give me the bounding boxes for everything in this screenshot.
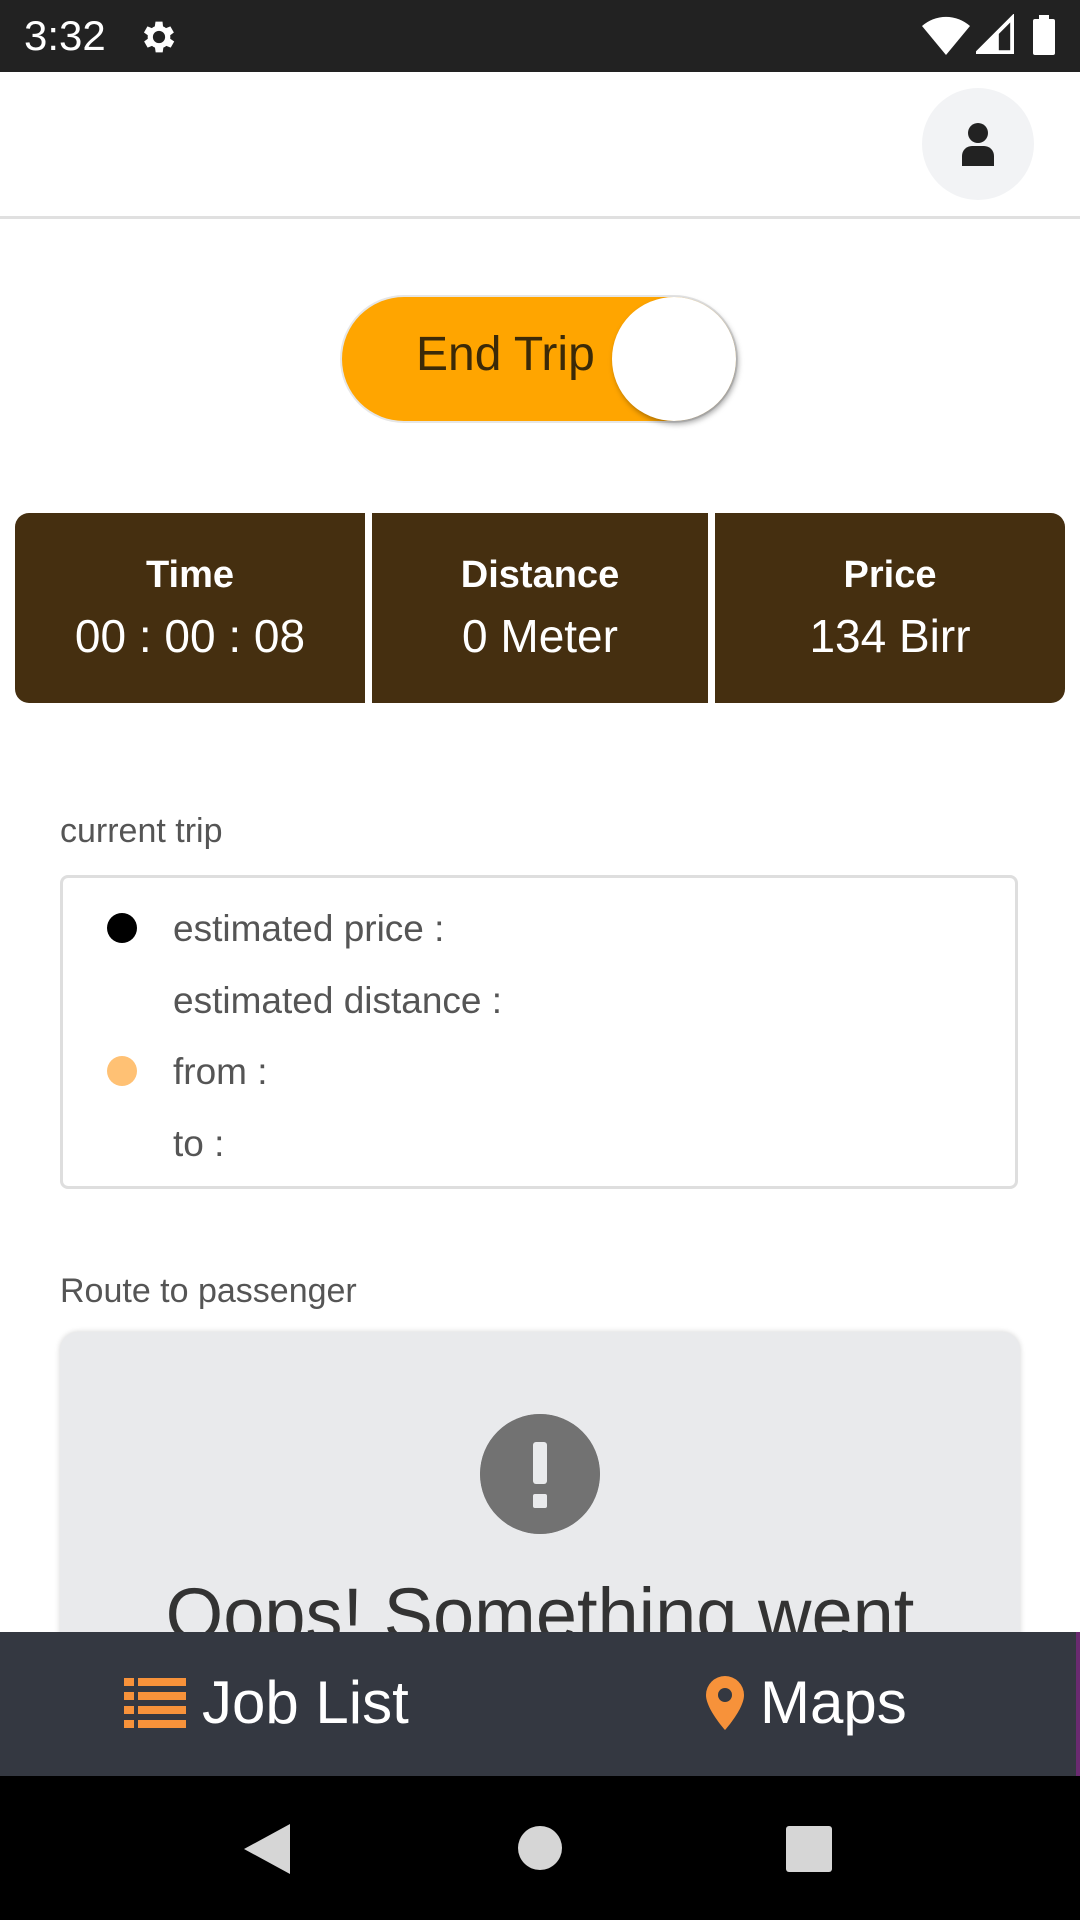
price-stat-value: 134 Birr [809,609,971,662]
price-stat-title: Price [843,553,937,596]
to-label: to : [173,1123,225,1164]
list-icon [124,1677,186,1728]
gear-icon [143,21,175,53]
estimated-price-label: estimated price : [173,908,445,949]
status-time: 3:32 [24,12,106,59]
recents-icon[interactable] [786,1826,832,1872]
nav-job-list[interactable]: Job List [124,1668,409,1737]
home-icon[interactable] [518,1826,562,1870]
signal-icon [976,14,1014,54]
distance-stat-value: 0 Meter [462,609,618,662]
current-trip-label: current trip [60,812,223,850]
slider-knob[interactable] [612,297,736,421]
back-icon[interactable] [244,1824,290,1874]
price-stat: Price 134 Birr [715,513,1065,703]
status-bar: 3:32 [0,0,1080,72]
time-stat-title: Time [145,553,234,596]
app-header [0,72,1080,219]
nav-maps-label: Maps [760,1669,907,1736]
exclamation-icon [480,1414,600,1534]
time-stat: Time 00 : 00 : 08 [15,513,365,703]
trip-stats: Time 00 : 00 : 08 Distance 0 Meter Price… [15,513,1065,703]
estimated-distance-label: estimated distance : [173,980,503,1021]
distance-stat-title: Distance [460,553,620,596]
current-trip-card: estimated price : estimated distance : f… [60,875,1018,1189]
nav-edge-divider [1076,1632,1080,1776]
nav-maps[interactable]: Maps [706,1668,907,1737]
time-stat-value: 00 : 00 : 08 [74,609,306,662]
end-trip-label: End Trip [416,328,595,381]
map-pin-icon [706,1675,744,1730]
destination-dot-icon [107,1056,137,1086]
profile-button[interactable] [922,88,1034,200]
nav-job-list-label: Job List [202,1669,409,1736]
route-label: Route to passenger [60,1272,357,1310]
end-trip-slider[interactable]: End Trip [342,297,736,421]
bottom-navigation: Job List Maps [0,1632,1080,1776]
system-navigation-bar [0,1776,1080,1920]
origin-dot-icon [107,913,137,943]
person-icon [962,123,994,166]
from-label: from : [173,1051,268,1092]
battery-icon [1033,15,1055,55]
distance-stat: Distance 0 Meter [372,513,708,703]
wifi-icon [922,16,970,55]
